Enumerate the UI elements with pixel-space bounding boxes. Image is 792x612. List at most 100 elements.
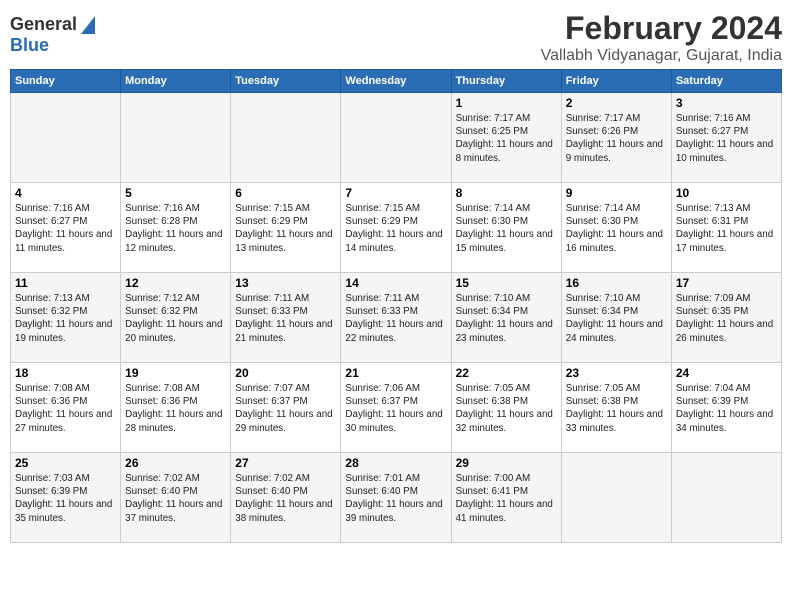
day-number: 13 bbox=[235, 276, 336, 290]
title-area: February 2024 Vallabh Vidyanagar, Gujara… bbox=[541, 10, 782, 65]
calendar-week-1: 1 Sunrise: 7:17 AMSunset: 6:25 PMDaylight… bbox=[11, 93, 782, 183]
day-info: Sunrise: 7:02 AMSunset: 6:40 PMDaylight:… bbox=[125, 472, 226, 525]
day-info: Sunrise: 7:14 AMSunset: 6:30 PMDaylight:… bbox=[566, 202, 667, 255]
day-info: Sunrise: 7:13 AMSunset: 6:32 PMDaylight:… bbox=[15, 292, 116, 345]
day-info: Sunrise: 7:16 AMSunset: 6:28 PMDaylight:… bbox=[125, 202, 226, 255]
calendar-cell: 23Sunrise: 7:05 AMSunset: 6:38 PMDayligh… bbox=[561, 363, 671, 453]
day-number: 1 bbox=[456, 96, 557, 110]
day-info: Sunrise: 7:16 AMSunset: 6:27 PMDaylight:… bbox=[15, 202, 116, 255]
day-info: Sunrise: 7:02 AMSunset: 6:40 PMDaylight:… bbox=[235, 472, 336, 525]
calendar-table: SundayMondayTuesdayWednesdayThursdayFrid… bbox=[10, 69, 782, 543]
calendar-cell: 20 Sunrise: 7:07 AMSunset: 6:37 PMDayligh… bbox=[231, 363, 341, 453]
day-number: 26 bbox=[125, 456, 226, 470]
day-number: 8 bbox=[456, 186, 557, 200]
calendar-week-5: 25 Sunrise: 7:03 AMSunset: 6:39 PMDayligh… bbox=[11, 453, 782, 543]
day-number: 12 bbox=[125, 276, 226, 290]
day-number: 29 bbox=[456, 456, 557, 470]
day-info: Sunrise: 7:15 AMSunset: 6:29 PMDaylight:… bbox=[235, 202, 336, 255]
day-number: 6 bbox=[235, 186, 336, 200]
calendar-cell bbox=[121, 93, 231, 183]
day-info: Sunrise: 7:10 AMSunset: 6:34 PMDaylight:… bbox=[456, 292, 557, 345]
calendar-cell: 24 Sunrise: 7:04 AMSunset: 6:39 PMDayligh… bbox=[671, 363, 781, 453]
calendar-week-2: 4Sunrise: 7:16 AMSunset: 6:27 PMDaylight… bbox=[11, 183, 782, 273]
location-subtitle: Vallabh Vidyanagar, Gujarat, India bbox=[541, 47, 782, 65]
day-info: Sunrise: 7:10 AMSunset: 6:34 PMDaylight:… bbox=[566, 292, 667, 345]
calendar-cell: 3 Sunrise: 7:16 AMSunset: 6:27 PMDaylight… bbox=[671, 93, 781, 183]
day-info: Sunrise: 7:04 AMSunset: 6:39 PMDaylight:… bbox=[676, 382, 777, 435]
day-number: 2 bbox=[566, 96, 667, 110]
logo-icon bbox=[81, 16, 95, 34]
day-number: 17 bbox=[676, 276, 777, 290]
day-info: Sunrise: 7:14 AMSunset: 6:30 PMDaylight:… bbox=[456, 202, 557, 255]
day-info: Sunrise: 7:17 AMSunset: 6:25 PMDaylight:… bbox=[456, 112, 557, 165]
calendar-cell: 18 Sunrise: 7:08 AMSunset: 6:36 PMDayligh… bbox=[11, 363, 121, 453]
calendar-cell: 8 Sunrise: 7:14 AMSunset: 6:30 PMDaylight… bbox=[451, 183, 561, 273]
day-info: Sunrise: 7:11 AMSunset: 6:33 PMDaylight:… bbox=[345, 292, 446, 345]
day-number: 16 bbox=[566, 276, 667, 290]
calendar-cell: 17Sunrise: 7:09 AMSunset: 6:35 PMDayligh… bbox=[671, 273, 781, 363]
day-number: 20 bbox=[235, 366, 336, 380]
day-info: Sunrise: 7:08 AMSunset: 6:36 PMDaylight:… bbox=[125, 382, 226, 435]
calendar-cell: 27 Sunrise: 7:02 AMSunset: 6:40 PMDayligh… bbox=[231, 453, 341, 543]
day-info: Sunrise: 7:17 AMSunset: 6:26 PMDaylight:… bbox=[566, 112, 667, 165]
calendar-cell: 5 Sunrise: 7:16 AMSunset: 6:28 PMDaylight… bbox=[121, 183, 231, 273]
weekday-header-sunday: Sunday bbox=[11, 70, 121, 93]
day-info: Sunrise: 7:11 AMSunset: 6:33 PMDaylight:… bbox=[235, 292, 336, 345]
calendar-cell bbox=[11, 93, 121, 183]
day-number: 27 bbox=[235, 456, 336, 470]
day-number: 9 bbox=[566, 186, 667, 200]
day-number: 28 bbox=[345, 456, 446, 470]
day-number: 22 bbox=[456, 366, 557, 380]
day-info: Sunrise: 7:08 AMSunset: 6:36 PMDaylight:… bbox=[15, 382, 116, 435]
logo: General Blue bbox=[10, 10, 95, 56]
day-info: Sunrise: 7:07 AMSunset: 6:37 PMDaylight:… bbox=[235, 382, 336, 435]
day-number: 3 bbox=[676, 96, 777, 110]
weekday-header-tuesday: Tuesday bbox=[231, 70, 341, 93]
day-number: 25 bbox=[15, 456, 116, 470]
header: General Blue February 2024 Vallabh Vidya… bbox=[10, 10, 782, 65]
day-number: 18 bbox=[15, 366, 116, 380]
day-info: Sunrise: 7:06 AMSunset: 6:37 PMDaylight:… bbox=[345, 382, 446, 435]
calendar-cell: 6 Sunrise: 7:15 AMSunset: 6:29 PMDaylight… bbox=[231, 183, 341, 273]
calendar-cell: 15 Sunrise: 7:10 AMSunset: 6:34 PMDayligh… bbox=[451, 273, 561, 363]
calendar-cell: 11Sunrise: 7:13 AMSunset: 6:32 PMDayligh… bbox=[11, 273, 121, 363]
day-info: Sunrise: 7:16 AMSunset: 6:27 PMDaylight:… bbox=[676, 112, 777, 165]
day-info: Sunrise: 7:13 AMSunset: 6:31 PMDaylight:… bbox=[676, 202, 777, 255]
day-info: Sunrise: 7:03 AMSunset: 6:39 PMDaylight:… bbox=[15, 472, 116, 525]
day-number: 5 bbox=[125, 186, 226, 200]
day-number: 15 bbox=[456, 276, 557, 290]
day-info: Sunrise: 7:05 AMSunset: 6:38 PMDaylight:… bbox=[566, 382, 667, 435]
calendar-cell: 29 Sunrise: 7:00 AMSunset: 6:41 PMDayligh… bbox=[451, 453, 561, 543]
calendar-cell: 21 Sunrise: 7:06 AMSunset: 6:37 PMDayligh… bbox=[341, 363, 451, 453]
day-info: Sunrise: 7:00 AMSunset: 6:41 PMDaylight:… bbox=[456, 472, 557, 525]
calendar-cell: 9 Sunrise: 7:14 AMSunset: 6:30 PMDaylight… bbox=[561, 183, 671, 273]
calendar-cell: 2 Sunrise: 7:17 AMSunset: 6:26 PMDaylight… bbox=[561, 93, 671, 183]
calendar-cell: 4Sunrise: 7:16 AMSunset: 6:27 PMDaylight… bbox=[11, 183, 121, 273]
calendar-cell: 16 Sunrise: 7:10 AMSunset: 6:34 PMDayligh… bbox=[561, 273, 671, 363]
weekday-header-friday: Friday bbox=[561, 70, 671, 93]
calendar-cell: 10 Sunrise: 7:13 AMSunset: 6:31 PMDayligh… bbox=[671, 183, 781, 273]
day-number: 19 bbox=[125, 366, 226, 380]
month-title: February 2024 bbox=[541, 10, 782, 47]
calendar-week-4: 18 Sunrise: 7:08 AMSunset: 6:36 PMDayligh… bbox=[11, 363, 782, 453]
day-info: Sunrise: 7:01 AMSunset: 6:40 PMDaylight:… bbox=[345, 472, 446, 525]
calendar-cell: 12Sunrise: 7:12 AMSunset: 6:32 PMDayligh… bbox=[121, 273, 231, 363]
day-number: 7 bbox=[345, 186, 446, 200]
calendar-header-row: SundayMondayTuesdayWednesdayThursdayFrid… bbox=[11, 70, 782, 93]
weekday-header-thursday: Thursday bbox=[451, 70, 561, 93]
calendar-cell: 26 Sunrise: 7:02 AMSunset: 6:40 PMDayligh… bbox=[121, 453, 231, 543]
weekday-header-wednesday: Wednesday bbox=[341, 70, 451, 93]
calendar-cell: 1 Sunrise: 7:17 AMSunset: 6:25 PMDaylight… bbox=[451, 93, 561, 183]
day-number: 10 bbox=[676, 186, 777, 200]
day-number: 24 bbox=[676, 366, 777, 380]
logo-blue-text: Blue bbox=[10, 35, 49, 56]
calendar-cell bbox=[231, 93, 341, 183]
calendar-cell bbox=[671, 453, 781, 543]
calendar-cell: 25 Sunrise: 7:03 AMSunset: 6:39 PMDayligh… bbox=[11, 453, 121, 543]
calendar-cell: 28 Sunrise: 7:01 AMSunset: 6:40 PMDayligh… bbox=[341, 453, 451, 543]
calendar-cell: 22Sunrise: 7:05 AMSunset: 6:38 PMDayligh… bbox=[451, 363, 561, 453]
day-number: 21 bbox=[345, 366, 446, 380]
calendar-cell: 13 Sunrise: 7:11 AMSunset: 6:33 PMDayligh… bbox=[231, 273, 341, 363]
logo-general-text: General bbox=[10, 14, 77, 35]
calendar-cell: 14Sunrise: 7:11 AMSunset: 6:33 PMDayligh… bbox=[341, 273, 451, 363]
